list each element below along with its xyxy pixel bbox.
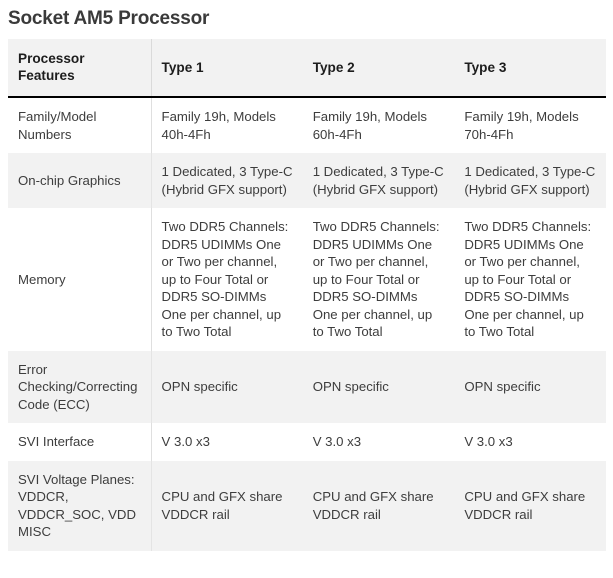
cell-feature-name: On-chip Graphics	[8, 153, 152, 208]
cell-feature-name: Memory	[8, 208, 152, 351]
cell-type1: OPN specific	[151, 350, 303, 423]
table-row: Family/Model Numbers Family 19h, Models …	[8, 97, 606, 153]
cell-type3: Two DDR5 Channels: DDR5 UDIMMs One or Tw…	[454, 208, 606, 351]
table-header: Processor Features Type 1 Type 2 Type 3	[8, 39, 606, 98]
cell-feature-name: SVI Voltage Planes: VDDCR, VDDCR_SOC, VD…	[8, 460, 152, 551]
cell-type3: OPN specific	[454, 350, 606, 423]
cell-feature-name: SVI Interface	[8, 423, 152, 461]
column-header-type1: Type 1	[151, 39, 303, 98]
cell-type1: Two DDR5 Channels: DDR5 UDIMMs One or Tw…	[151, 208, 303, 351]
table-row: SVI Voltage Planes: VDDCR, VDDCR_SOC, VD…	[8, 460, 606, 551]
table-row: On-chip Graphics 1 Dedicated, 3 Type-C (…	[8, 153, 606, 208]
cell-type3: Family 19h, Models 70h-4Fh	[454, 97, 606, 153]
table-row: Memory Two DDR5 Channels: DDR5 UDIMMs On…	[8, 208, 606, 351]
cell-feature-name: Error Checking/Correcting Code (ECC)	[8, 350, 152, 423]
cell-type2: CPU and GFX share VDDCR rail	[302, 460, 455, 551]
column-header-type2: Type 2	[302, 39, 455, 98]
cell-type1: V 3.0 x3	[151, 423, 303, 461]
cell-type3: 1 Dedicated, 3 Type-C (Hybrid GFX suppor…	[454, 153, 606, 208]
spec-table-container: Processor Features Type 1 Type 2 Type 3 …	[8, 39, 606, 551]
cell-type3: V 3.0 x3	[454, 423, 606, 461]
cell-type1: CPU and GFX share VDDCR rail	[151, 460, 303, 551]
cell-type3: CPU and GFX share VDDCR rail	[454, 460, 606, 551]
cell-type2: V 3.0 x3	[302, 423, 455, 461]
column-header-feature: Processor Features	[8, 39, 152, 98]
table-body: Family/Model Numbers Family 19h, Models …	[8, 97, 606, 551]
cell-type1: 1 Dedicated, 3 Type-C (Hybrid GFX suppor…	[151, 153, 303, 208]
page-title: Socket AM5 Processor	[8, 8, 210, 29]
table-row: SVI Interface V 3.0 x3 V 3.0 x3 V 3.0 x3	[8, 423, 606, 461]
cell-type2: Two DDR5 Channels: DDR5 UDIMMs One or Tw…	[302, 208, 455, 351]
cell-type2: 1 Dedicated, 3 Type-C (Hybrid GFX suppor…	[302, 153, 455, 208]
cell-type2: Family 19h, Models 60h-4Fh	[302, 97, 455, 153]
spec-sheet-page: Socket AM5 Processor Processor Features …	[0, 0, 613, 578]
cell-type1: Family 19h, Models 40h-4Fh	[151, 97, 303, 153]
cell-type2: OPN specific	[302, 350, 455, 423]
table-row: Error Checking/Correcting Code (ECC) OPN…	[8, 350, 606, 423]
table-header-row: Processor Features Type 1 Type 2 Type 3	[8, 39, 606, 98]
processor-features-table: Processor Features Type 1 Type 2 Type 3 …	[8, 39, 606, 551]
column-header-type3: Type 3	[454, 39, 606, 98]
cell-feature-name: Family/Model Numbers	[8, 97, 152, 153]
